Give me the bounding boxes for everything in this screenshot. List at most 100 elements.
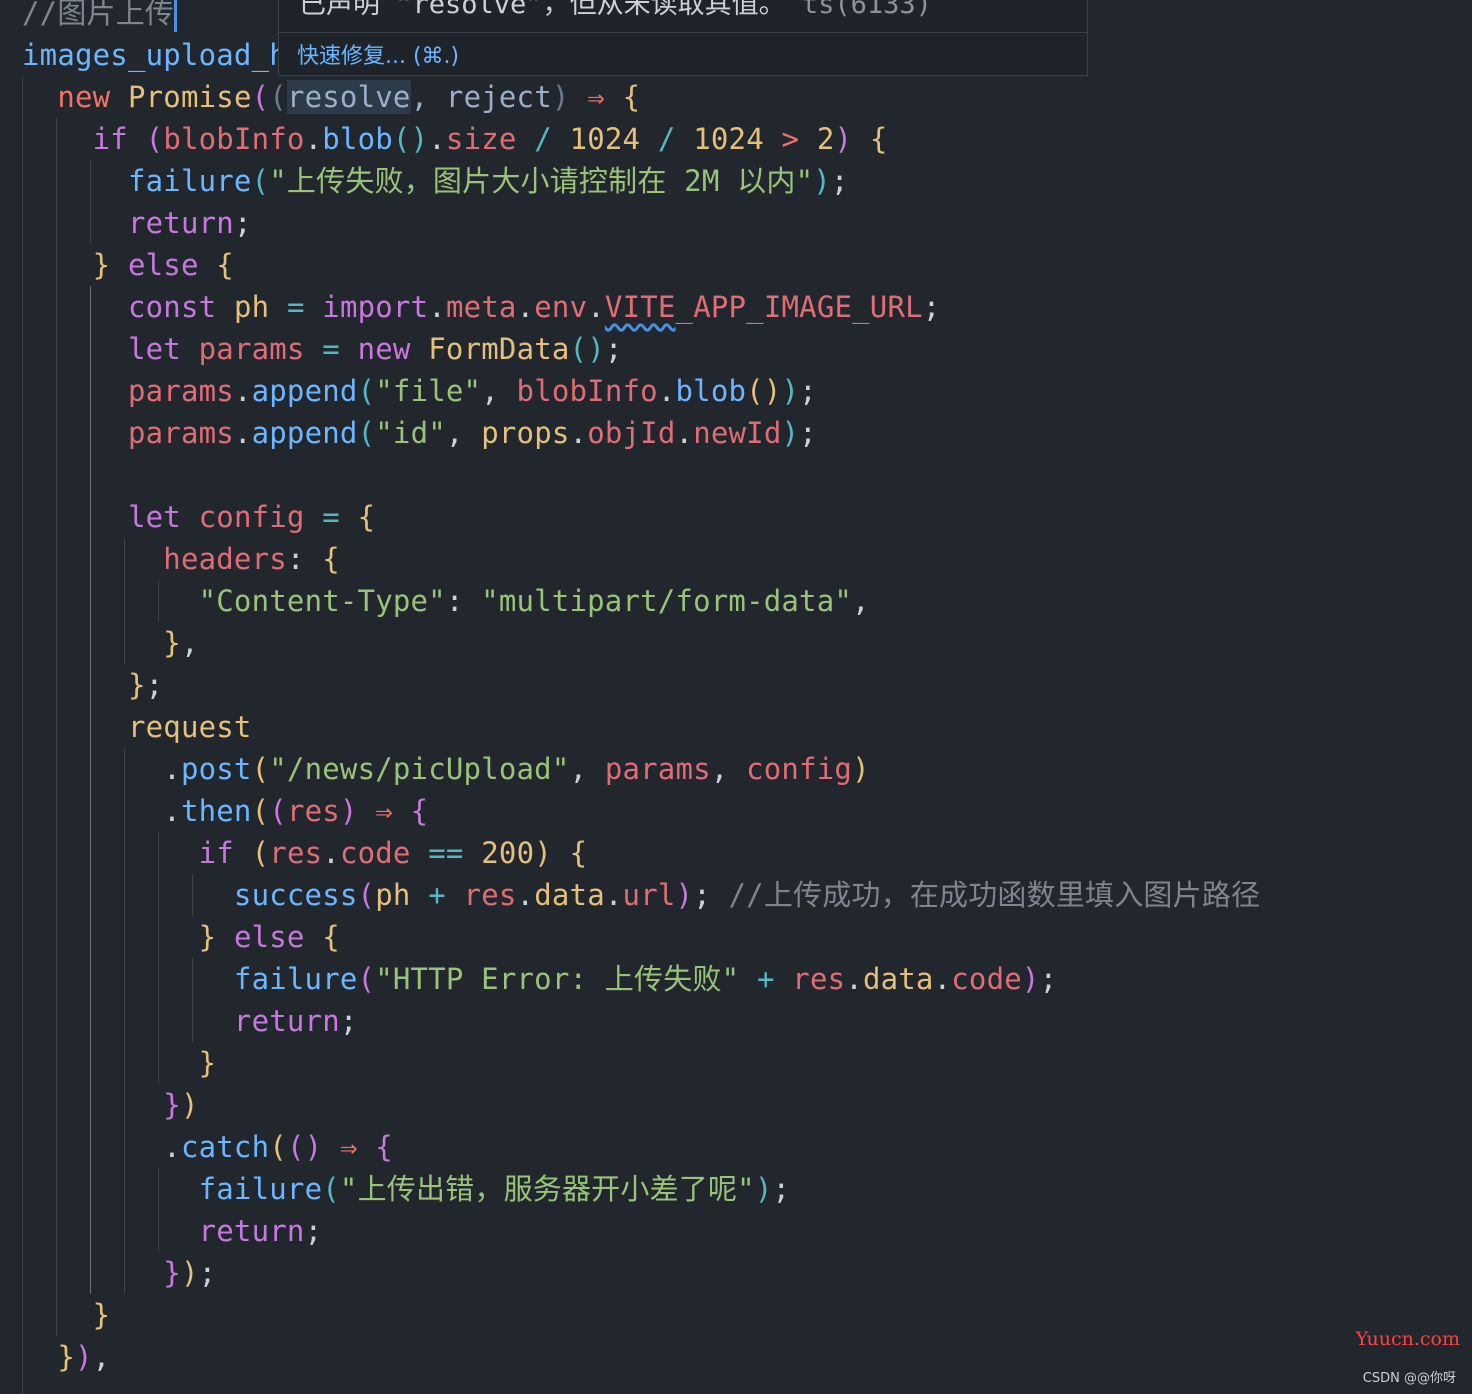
method: append <box>251 374 358 408</box>
property: size <box>445 122 517 156</box>
code-line[interactable]: success(ph + res.data.url); //上传成功，在成功函数… <box>22 874 1260 916</box>
string: "上传出错，服务器开小差了呢" <box>339 1172 755 1206</box>
string: "HTTP Error: 上传失败" <box>375 962 740 996</box>
keyword: let <box>127 332 181 366</box>
text-cursor <box>174 0 178 32</box>
code-line[interactable]: headers: { <box>22 538 340 580</box>
comment: //上传成功，在成功函数里填入图片路径 <box>728 878 1261 912</box>
code-line[interactable]: .catch(() ⇒ { <box>22 1126 393 1168</box>
variable: ph <box>375 878 411 912</box>
keyword: else <box>233 920 305 954</box>
diagnostic-message: 已声明 “resolve”，但从未读取其值。 ts(6133) <box>299 0 932 21</box>
property: newId <box>693 416 782 450</box>
watermark-site: Yuucn.com <box>1355 1328 1460 1350</box>
property: data <box>862 962 934 996</box>
property: data <box>534 878 605 912</box>
number: 200 <box>481 836 535 870</box>
variable: res <box>269 836 323 870</box>
keyword: return <box>198 1214 305 1248</box>
param: res <box>286 794 340 828</box>
property: meta <box>445 290 517 324</box>
property: code <box>339 836 411 870</box>
keyword: if <box>198 836 234 870</box>
property: objId <box>587 416 676 450</box>
keyword: const <box>127 290 217 324</box>
string: "/news/picUpload" <box>269 752 570 786</box>
variable: params <box>198 332 305 366</box>
code-line[interactable]: failure("上传出错，服务器开小差了呢"); <box>22 1168 790 1210</box>
keyword: new <box>57 80 111 114</box>
code-line[interactable]: }; <box>22 664 163 706</box>
method: then <box>180 794 252 828</box>
variable: params <box>127 374 234 408</box>
variable: params <box>604 752 711 786</box>
variable: blobInfo <box>516 374 658 408</box>
string: "上传失败，图片大小请控制在 2M 以内" <box>269 164 814 198</box>
number: 1024 <box>569 122 641 156</box>
code-line[interactable]: return; <box>22 1000 358 1042</box>
method: blob <box>322 122 393 156</box>
code-line[interactable]: }) <box>22 1084 199 1126</box>
quick-fix-link[interactable]: 快速修复... (⌘.) <box>297 38 459 70</box>
function-call: failure <box>127 164 252 198</box>
code-line[interactable]: let config = { <box>22 496 375 538</box>
class-name: Promise <box>127 80 252 114</box>
keyword: import <box>322 290 429 324</box>
function-call: failure <box>233 962 358 996</box>
code-line[interactable]: if (res.code == 200) { <box>22 832 587 874</box>
code-line[interactable]: }), <box>22 1336 110 1378</box>
string: "id" <box>375 416 446 450</box>
method: append <box>251 416 358 450</box>
method: blob <box>675 374 747 408</box>
string: "multipart/form-data" <box>481 584 853 618</box>
code-line[interactable]: params.append("file", blobInfo.blob()); <box>22 370 817 412</box>
code-line[interactable]: } else { <box>22 916 340 958</box>
code-line[interactable]: params.append("id", props.objId.newId); <box>22 412 817 454</box>
code-line[interactable]: .then((res) ⇒ { <box>22 790 428 832</box>
property: code <box>951 962 1022 996</box>
code-line[interactable]: "Content-Type": "multipart/form-data", <box>22 580 870 622</box>
keyword: let <box>127 500 181 534</box>
code-line[interactable]: return; <box>22 202 252 244</box>
diagnostic-code: ts(6133) <box>801 0 932 20</box>
code-line[interactable]: return; <box>22 1210 322 1252</box>
string: "Content-Type" <box>198 584 446 618</box>
keyword: new <box>357 332 411 366</box>
code-line[interactable]: } <box>22 1042 216 1084</box>
code-line[interactable]: } <box>22 1294 110 1336</box>
function-call: success <box>233 878 358 912</box>
variable: ph <box>233 290 270 324</box>
variable: blobInfo <box>163 122 305 156</box>
property: env <box>534 290 588 324</box>
code-line[interactable]: if (blobInfo.blob().size / 1024 / 1024 >… <box>22 118 888 160</box>
code-line[interactable]: new Promise((resolve, reject) ⇒ { <box>22 76 640 118</box>
variable: res <box>463 878 517 912</box>
warning-squiggle[interactable]: VITE <box>605 290 676 324</box>
code-line[interactable]: const ph = import.meta.env.VITE_APP_IMAG… <box>22 286 940 328</box>
variable: config <box>198 500 305 534</box>
code-line[interactable]: failure("HTTP Error: 上传失败" + res.data.co… <box>22 958 1057 1000</box>
code-line[interactable]: let params = new FormData(); <box>22 328 623 370</box>
code-line[interactable]: images_upload_h <box>22 34 287 76</box>
class-name: FormData <box>428 332 570 366</box>
variable: config <box>746 752 853 786</box>
code-line[interactable]: request <box>22 706 252 748</box>
code-editor[interactable]: //图片上传 images_upload_h new Promise((reso… <box>0 0 1472 1394</box>
property: _APP_IMAGE_URL <box>675 290 923 324</box>
tooltip-divider <box>279 32 1087 33</box>
code-line[interactable]: } else { <box>22 244 234 286</box>
param: (resolve, reject) <box>269 80 570 114</box>
code-line[interactable]: }, <box>22 622 199 664</box>
variable: params <box>127 416 234 450</box>
property: url <box>622 878 676 912</box>
code-line[interactable]: }); <box>22 1252 216 1294</box>
string: "file" <box>375 374 482 408</box>
code-line[interactable]: .post("/news/picUpload", params, config) <box>22 748 870 790</box>
code-line[interactable]: failure("上传失败，图片大小请控制在 2M 以内"); <box>22 160 849 202</box>
code-line[interactable]: //图片上传 <box>22 0 178 34</box>
unused-param-resolve[interactable]: resolve <box>286 80 411 114</box>
comment: //图片上传 <box>22 0 175 30</box>
keyword: return <box>127 206 234 240</box>
function-call: failure <box>198 1172 323 1206</box>
number: 1024 <box>693 122 764 156</box>
